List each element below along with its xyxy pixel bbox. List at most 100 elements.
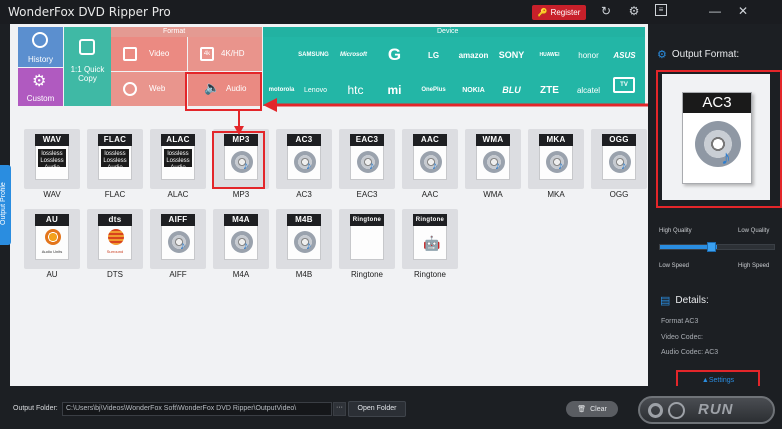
- menu-icon[interactable]: ≡: [655, 4, 667, 16]
- gear-icon[interactable]: ⚙: [627, 4, 641, 18]
- format-label: M4A: [232, 270, 250, 279]
- format-icon-body: 🤖: [413, 226, 447, 260]
- detail-video-codec: Video Codec:: [661, 334, 703, 341]
- format-label: EAC3: [356, 190, 378, 199]
- quality-slider-thumb[interactable]: [707, 242, 716, 252]
- format-badge: Surround: [106, 249, 124, 254]
- format-tag: M4B: [287, 214, 321, 226]
- refresh-icon[interactable]: ↻: [599, 4, 613, 18]
- settings-label: Settings: [708, 377, 735, 384]
- disc-icon: [609, 151, 631, 173]
- format-tag: Ringtone: [413, 214, 447, 226]
- format-badge: lossless Lossless Audio: [164, 149, 192, 171]
- format-card[interactable]: FLAC lossless Lossless Audio: [87, 129, 143, 189]
- quality-slider[interactable]: [659, 244, 775, 250]
- format-card[interactable]: AU Audio Units: [24, 209, 80, 269]
- format-tag: Ringtone: [350, 214, 384, 226]
- device-tv[interactable]: TV: [613, 77, 635, 93]
- device-lg[interactable]: LG: [419, 40, 448, 70]
- chrome-icon: [123, 82, 137, 96]
- music-note-icon: ♪: [558, 160, 564, 172]
- format-card[interactable]: AIFF ♪: [150, 209, 206, 269]
- output-folder-input[interactable]: C:\Users\bj\Videos\WonderFox Soft\Wonder…: [62, 402, 332, 416]
- clear-label: Clear: [590, 405, 607, 413]
- format-card[interactable]: OGG ♪: [591, 129, 647, 189]
- format-tag: AC3: [287, 134, 321, 146]
- format-card[interactable]: WMA ♪: [465, 129, 521, 189]
- format-label: DTS: [107, 270, 123, 279]
- disc-icon: [294, 231, 316, 253]
- format-icon-body: Surround: [98, 226, 132, 260]
- output-folder-label: Output Folder:: [13, 405, 58, 412]
- device-google[interactable]: G: [380, 40, 409, 70]
- format-label: AIFF: [169, 270, 187, 279]
- clear-button[interactable]: 🗑 Clear: [566, 401, 618, 417]
- device-sony[interactable]: SONY: [497, 40, 526, 70]
- title-bar: WonderFox DVD Ripper Pro 🔑 Register ↻ ⚙ …: [0, 0, 782, 24]
- format-label: AU: [46, 270, 58, 279]
- disc-icon: [294, 151, 316, 173]
- device-samsung[interactable]: SAMSUNG: [298, 40, 329, 70]
- minimize-icon[interactable]: —: [708, 4, 722, 18]
- history-tile[interactable]: History: [18, 27, 63, 67]
- format-card[interactable]: ALAC lossless Lossless Audio: [150, 129, 206, 189]
- format-label: FLAC: [104, 190, 126, 199]
- format-icon-body: [350, 226, 384, 260]
- apple-icon[interactable]: [267, 40, 296, 70]
- format-card[interactable]: EAC3 ♪: [339, 129, 395, 189]
- format-card[interactable]: M4A ♪: [213, 209, 269, 269]
- device-microsoft[interactable]: Microsoft: [339, 40, 368, 70]
- app-title: WonderFox DVD Ripper Pro: [8, 5, 171, 19]
- register-button[interactable]: 🔑 Register: [532, 5, 586, 20]
- format-icon-body: ♪: [161, 226, 195, 260]
- device-asus[interactable]: ASUS: [610, 40, 639, 70]
- format-card[interactable]: Ringtone 🤖: [402, 209, 458, 269]
- device-header: Device: [263, 27, 645, 37]
- device-honor[interactable]: honor: [574, 40, 603, 70]
- format-icon-body: ♪: [350, 146, 384, 180]
- format-card[interactable]: WAV lossless Lossless Audio: [24, 129, 80, 189]
- format-label: WMA: [483, 190, 503, 199]
- format-card[interactable]: AAC ♪: [402, 129, 458, 189]
- low-quality-label: Low Quality: [738, 228, 770, 234]
- format-web-tile[interactable]: Web: [111, 72, 187, 106]
- audio-units-icon: [45, 229, 61, 245]
- copy-icon: [79, 39, 95, 55]
- format-tag: OGG: [602, 134, 636, 146]
- format-icon-body: ♪: [287, 226, 321, 260]
- gear-icon: ⚙: [32, 73, 47, 90]
- custom-tile[interactable]: ⚙ Custom: [18, 68, 63, 106]
- details-title: ▤ Details:: [660, 294, 709, 307]
- format-card[interactable]: Ringtone: [339, 209, 395, 269]
- format-video-tile[interactable]: Video: [111, 37, 187, 71]
- browse-button[interactable]: ···: [333, 402, 346, 416]
- clock-icon: [32, 32, 48, 48]
- format-4k-tile[interactable]: 4k 4K/HD: [188, 37, 262, 71]
- format-card[interactable]: MKA ♪: [528, 129, 584, 189]
- device-amazon[interactable]: amazon: [459, 40, 489, 70]
- format-tag: AIFF: [161, 214, 195, 226]
- details-label: Details:: [675, 295, 709, 306]
- detail-format: Format AC3: [661, 318, 699, 325]
- run-button[interactable]: RUN: [638, 396, 775, 424]
- format-card[interactable]: AC3 ♪: [276, 129, 332, 189]
- format-tag: ALAC: [161, 134, 195, 146]
- register-label: Register: [550, 8, 581, 17]
- device-huawei[interactable]: HUAWEI: [535, 40, 564, 70]
- output-format-title: ⚙ Output Format:: [657, 48, 739, 61]
- format-card[interactable]: M4B ♪: [276, 209, 332, 269]
- open-folder-button[interactable]: Open Folder: [348, 401, 406, 417]
- history-label: History: [28, 55, 53, 64]
- output-profile-label: Output Profile: [0, 182, 7, 226]
- format-card[interactable]: dts Surround: [87, 209, 143, 269]
- format-icon-body: Audio Units: [35, 226, 69, 260]
- close-icon[interactable]: ✕: [736, 4, 750, 18]
- details-icon: ▤: [660, 295, 671, 307]
- format-label: Ringtone: [413, 270, 447, 279]
- quick-copy-tile[interactable]: 1:1 Quick Copy: [64, 27, 111, 106]
- format-label: AAC: [421, 190, 439, 199]
- format-badge: lossless Lossless Audio: [101, 149, 129, 171]
- music-note-icon: ♪: [243, 240, 249, 252]
- audio-highlight: [185, 72, 262, 111]
- output-format-highlight: [656, 70, 782, 208]
